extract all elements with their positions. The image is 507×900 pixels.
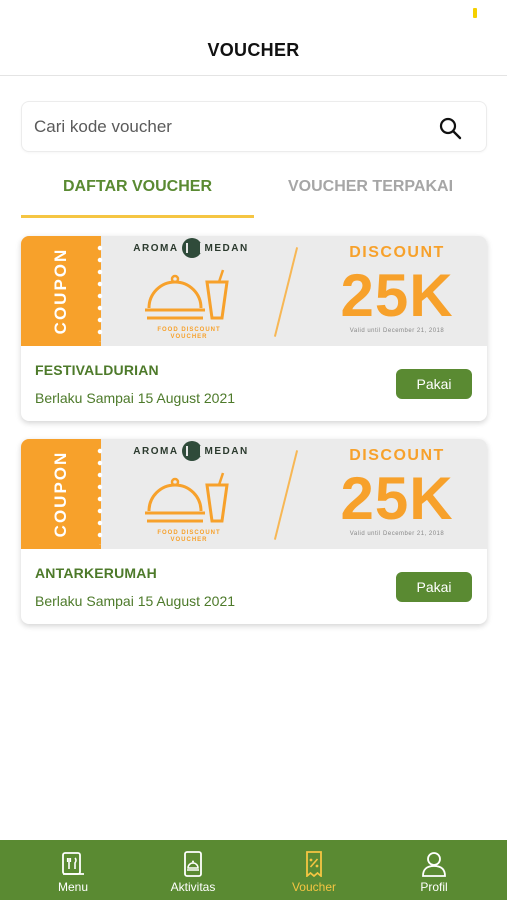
activity-icon: [184, 851, 202, 877]
nav-label-voucher: Voucher: [291, 880, 337, 894]
search-bar: [21, 101, 487, 152]
brand-name-left: AROMA: [133, 445, 179, 457]
banner-divider: [273, 450, 299, 540]
profile-icon: [422, 852, 446, 877]
brand-name-right: MEDAN: [204, 445, 249, 457]
discount-amount: 25K: [340, 465, 454, 532]
voucher-icon: [306, 851, 322, 877]
food-cloche-icon: [145, 472, 229, 523]
food-discount-caption: FOOD DISCOUNT VOUCHER: [157, 327, 221, 340]
nav-item-menu[interactable]: Menu: [10, 840, 136, 900]
food-discount-caption: FOOD DISCOUNT VOUCHER: [157, 530, 221, 543]
voucher-validity: Berlaku Sampai 15 August 2021: [35, 390, 236, 406]
nav-label-profil: Profil: [420, 880, 448, 894]
page-title: VOUCHER: [207, 40, 300, 60]
food-cloche-icon: [145, 269, 229, 320]
brand-emblem-icon: [181, 238, 202, 258]
search-input[interactable]: [34, 102, 414, 151]
brand-logo: AROMA MEDAN: [129, 439, 253, 463]
use-voucher-button[interactable]: Pakai: [396, 369, 472, 399]
brand-logo: AROMA MEDAN: [129, 236, 253, 260]
app-header: VOUCHER: [0, 0, 507, 76]
voucher-card[interactable]: COUPON AROMA MEDAN FOOD DISCOUNT VOUCHER…: [21, 236, 487, 421]
voucher-validity: Berlaku Sampai 15 August 2021: [35, 593, 236, 609]
coupon-strip: COUPON: [21, 439, 101, 549]
voucher-card[interactable]: COUPON AROMA MEDAN FOOD DISCOUNT VOUCHER…: [21, 439, 487, 624]
voucher-code: FESTIVALDURIAN: [35, 362, 159, 378]
perforation: [97, 242, 103, 342]
voucher-banner: COUPON AROMA MEDAN FOOD DISCOUNT VOUCHER…: [21, 439, 487, 549]
menu-icon: [62, 852, 84, 875]
nav-item-voucher[interactable]: Voucher: [251, 840, 377, 900]
coupon-strip: COUPON: [21, 236, 101, 346]
coupon-label: COUPON: [51, 247, 70, 335]
tab-daftar-voucher[interactable]: DAFTAR VOUCHER: [21, 168, 254, 218]
perforation: [97, 445, 103, 545]
tab-voucher-terpakai[interactable]: VOUCHER TERPAKAI: [254, 168, 487, 218]
banner-divider: [273, 247, 299, 337]
brand-emblem-icon: [181, 441, 202, 461]
brand-name-right: MEDAN: [204, 242, 249, 254]
voucher-code: ANTARKERUMAH: [35, 565, 157, 581]
coupon-label: COUPON: [51, 450, 70, 538]
nav-item-profil[interactable]: Profil: [371, 840, 497, 900]
voucher-banner: COUPON AROMA MEDAN FOOD DISCOUNT VOUCHER…: [21, 236, 487, 346]
banner-valid-date: Valid until December 21, 2018: [349, 328, 445, 334]
discount-label: DISCOUNT: [349, 447, 445, 464]
bottom-navigation: Menu Aktivitas Voucher Profil: [0, 840, 507, 900]
use-voucher-button[interactable]: Pakai: [396, 572, 472, 602]
nav-item-aktivitas[interactable]: Aktivitas: [130, 840, 256, 900]
voucher-tabs: DAFTAR VOUCHER VOUCHER TERPAKAI: [21, 168, 487, 218]
banner-valid-date: Valid until December 21, 2018: [349, 531, 445, 537]
brand-name-left: AROMA: [133, 242, 179, 254]
discount-amount: 25K: [340, 262, 454, 329]
nav-label-aktivitas: Aktivitas: [170, 880, 216, 894]
nav-label-menu: Menu: [57, 880, 89, 894]
search-icon[interactable]: [438, 116, 462, 140]
discount-label: DISCOUNT: [349, 244, 445, 261]
